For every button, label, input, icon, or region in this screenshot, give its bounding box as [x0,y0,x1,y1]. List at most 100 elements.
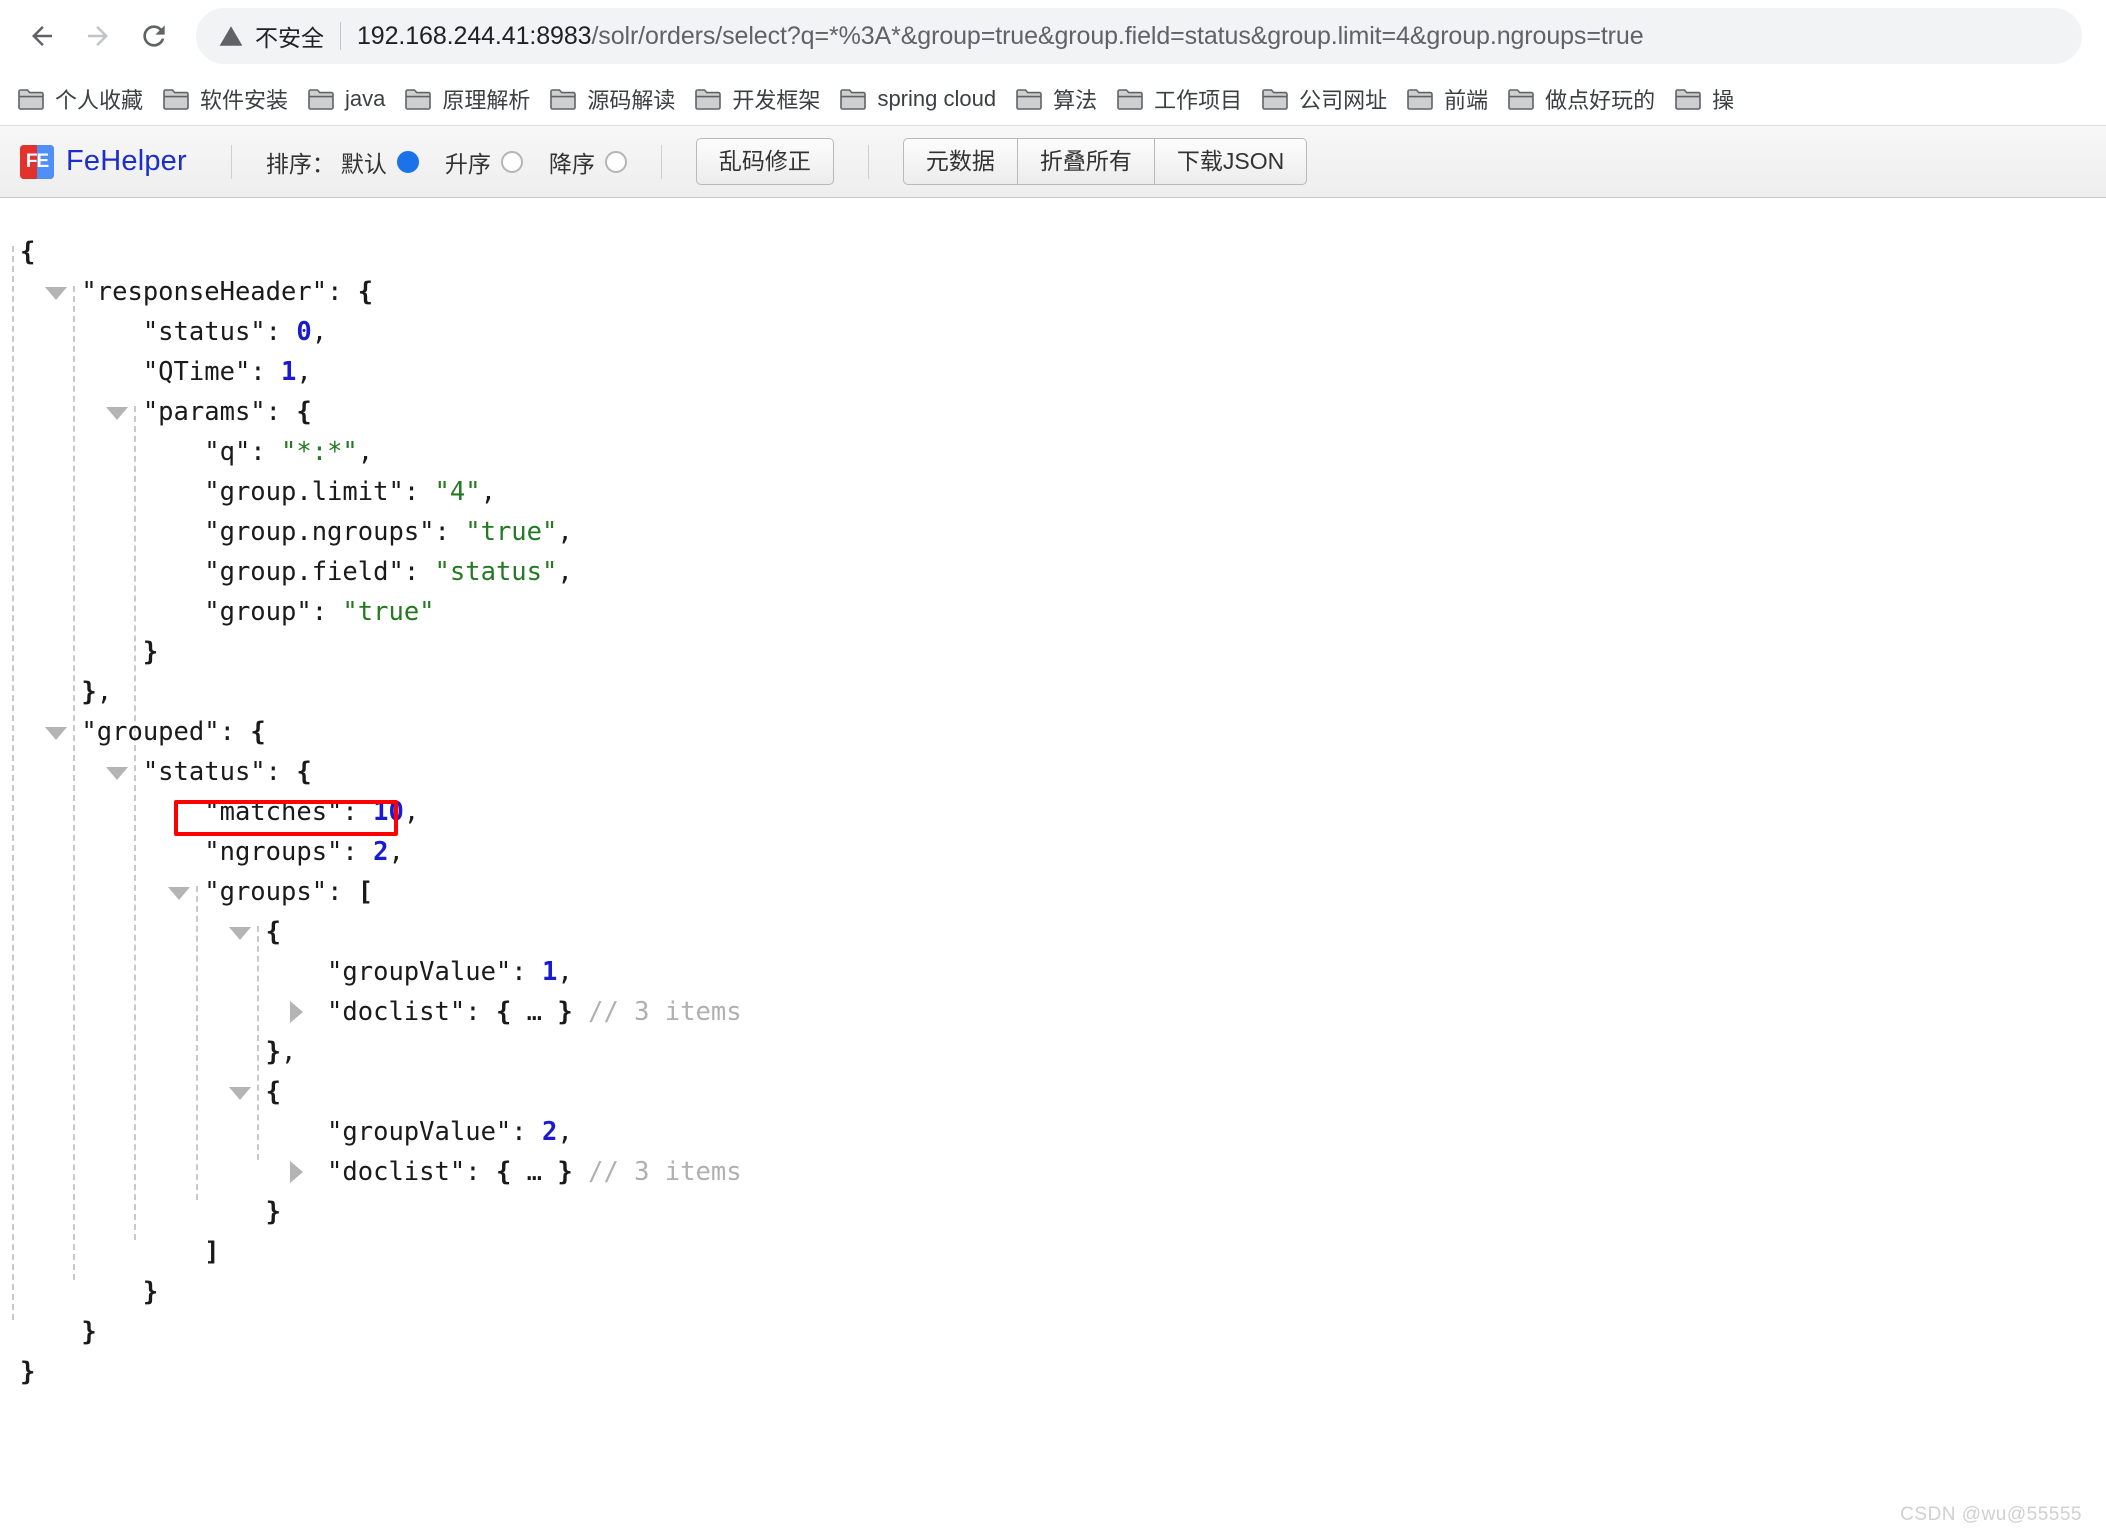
bookmark-item[interactable]: 原理解析 [395,77,540,121]
json-line[interactable]: "ngroups": 2, [20,832,2106,872]
json-viewer[interactable]: { "responseHeader": { "status": 0, "QTim… [0,198,2106,1392]
url-text: 192.168.244.41:8983/solr/orders/select?q… [357,22,2060,51]
fehelper-title: FeHelper [66,145,187,177]
action-button-1[interactable]: 折叠所有 [1017,138,1155,185]
collapse-triangle-icon[interactable] [167,887,190,900]
warning-triangle-icon[interactable] [218,23,244,49]
bookmark-item[interactable]: spring cloud [830,80,1006,118]
fehelper-brand[interactable]: FE FeHelper [20,144,187,179]
json-line[interactable]: "QTime": 1, [20,352,2106,392]
json-line[interactable]: }, [20,672,2106,712]
json-line[interactable]: "groupValue": 1, [20,952,2106,992]
radio-indicator[interactable] [604,150,627,173]
bookmark-label: 个人收藏 [55,87,144,113]
forward-button[interactable] [70,8,126,64]
bookmarks-bar: 个人收藏 软件安装 java 原理解析 源码解读 开发框架 spring cloud 算法 工作… [0,72,2106,126]
radio-indicator[interactable] [396,150,419,173]
json-line-text: } [142,637,159,667]
json-line-text: "doclist": { … } // 3 items [327,1157,742,1187]
json-line[interactable]: } [20,1312,2106,1352]
json-line[interactable]: "group": "true" [20,592,2106,632]
expand-triangle-icon[interactable] [290,1161,303,1183]
bookmark-item[interactable]: 做点好玩的 [1498,77,1665,121]
action-button-2[interactable]: 下载JSON [1154,138,1308,185]
folder-icon [550,88,587,110]
json-line[interactable]: ] [20,1232,2106,1272]
sort-radio-label: 升序 [444,150,491,177]
json-line[interactable]: "q": "*:*", [20,432,2106,472]
browser-chrome: 不安全 192.168.244.41:8983/solr/orders/sele… [0,0,2106,126]
fix-encoding-button[interactable]: 乱码修正 [695,138,834,185]
json-line-text: "group.field": "status", [204,557,573,587]
sort-control-group: 排序： 默认 升序 降序 [266,145,627,179]
fehelper-toolbar: FE FeHelper 排序： 默认 升序 降序 乱码修正 元数据 折叠所有 下载JSO… [0,126,2106,198]
bookmark-item[interactable]: 源码解读 [540,77,685,121]
expand-triangle-icon[interactable] [290,1001,303,1023]
radio-indicator[interactable] [500,150,523,173]
bookmark-item[interactable]: 前端 [1397,77,1498,121]
bookmark-item[interactable]: 个人收藏 [8,77,153,121]
collapse-triangle-icon[interactable] [106,407,129,420]
address-bar[interactable]: 不安全 192.168.244.41:8983/solr/orders/sele… [196,8,2082,64]
collapse-triangle-icon[interactable] [228,927,251,940]
bookmark-item[interactable]: java [298,80,395,118]
json-line[interactable]: "doclist": { … } // 3 items [20,1152,2106,1192]
bookmark-label: spring cloud [877,85,997,111]
json-line-text: } [81,1317,97,1347]
json-line-text: "groups": [ [204,877,374,907]
bookmark-item[interactable]: 公司网址 [1252,77,1397,121]
json-line[interactable]: } [20,1192,2106,1232]
sort-radio-1[interactable]: 升序 [445,145,523,179]
json-line[interactable]: "groups": [ [20,872,2106,912]
reload-button[interactable] [126,8,182,64]
json-line[interactable]: "group.field": "status", [20,552,2106,592]
json-line[interactable]: { [20,912,2106,952]
json-line[interactable]: { [20,232,2106,272]
collapse-triangle-icon[interactable] [228,1087,251,1100]
bookmark-label: 公司网址 [1299,87,1388,113]
action-button-0[interactable]: 元数据 [902,138,1018,185]
omnibox-divider [340,22,341,50]
sort-radio-2[interactable]: 降序 [549,145,627,179]
bookmark-item[interactable]: 工作项目 [1107,77,1252,121]
json-line[interactable]: "group.limit": "4", [20,472,2106,512]
arrow-right-icon [83,21,113,51]
bookmark-label: 工作项目 [1154,87,1243,113]
json-line-text: "params": { [142,397,312,427]
json-line[interactable]: { [20,1072,2106,1112]
json-line[interactable]: } [20,1352,2106,1392]
json-line[interactable]: "groupValue": 2, [20,1112,2106,1152]
back-button[interactable] [14,8,70,64]
json-line[interactable]: "status": { [20,752,2106,792]
json-line[interactable]: "doclist": { … } // 3 items [20,992,2106,1032]
folder-icon [18,88,55,110]
fehelper-logo-icon: FE [20,144,54,179]
json-line[interactable]: } [20,632,2106,672]
json-line[interactable]: } [20,1272,2106,1312]
json-line-text: "groupValue": 2, [327,1117,573,1147]
json-line[interactable]: "responseHeader": { [20,272,2106,312]
folder-icon [840,88,877,110]
json-line-text: "matches": 10, [204,797,420,827]
collapse-triangle-icon[interactable] [45,727,68,740]
bookmark-item[interactable]: 操 [1665,77,1744,121]
json-line-text: "group": "true" [204,597,435,627]
bookmark-item[interactable]: 软件安装 [153,77,298,121]
json-line[interactable]: "grouped": { [20,712,2106,752]
json-line[interactable]: "group.ngroups": "true", [20,512,2106,552]
folder-icon [1016,88,1053,110]
json-line[interactable]: "matches": 10, [20,792,2106,832]
json-line-text: { [20,237,36,267]
collapse-triangle-icon[interactable] [106,767,129,780]
json-line[interactable]: "params": { [20,392,2106,432]
json-line[interactable]: }, [20,1032,2106,1072]
sort-radio-0[interactable]: 默认 [341,145,419,179]
json-line[interactable]: "status": 0, [20,312,2106,352]
bookmark-item[interactable]: 开发框架 [685,77,830,121]
json-line-text: "groupValue": 1, [327,957,573,987]
navigation-bar: 不安全 192.168.244.41:8983/solr/orders/sele… [0,0,2106,72]
collapse-triangle-icon[interactable] [45,287,68,300]
bookmark-label: java [345,85,386,111]
json-line-text: "doclist": { … } // 3 items [327,997,742,1027]
bookmark-item[interactable]: 算法 [1006,77,1107,121]
